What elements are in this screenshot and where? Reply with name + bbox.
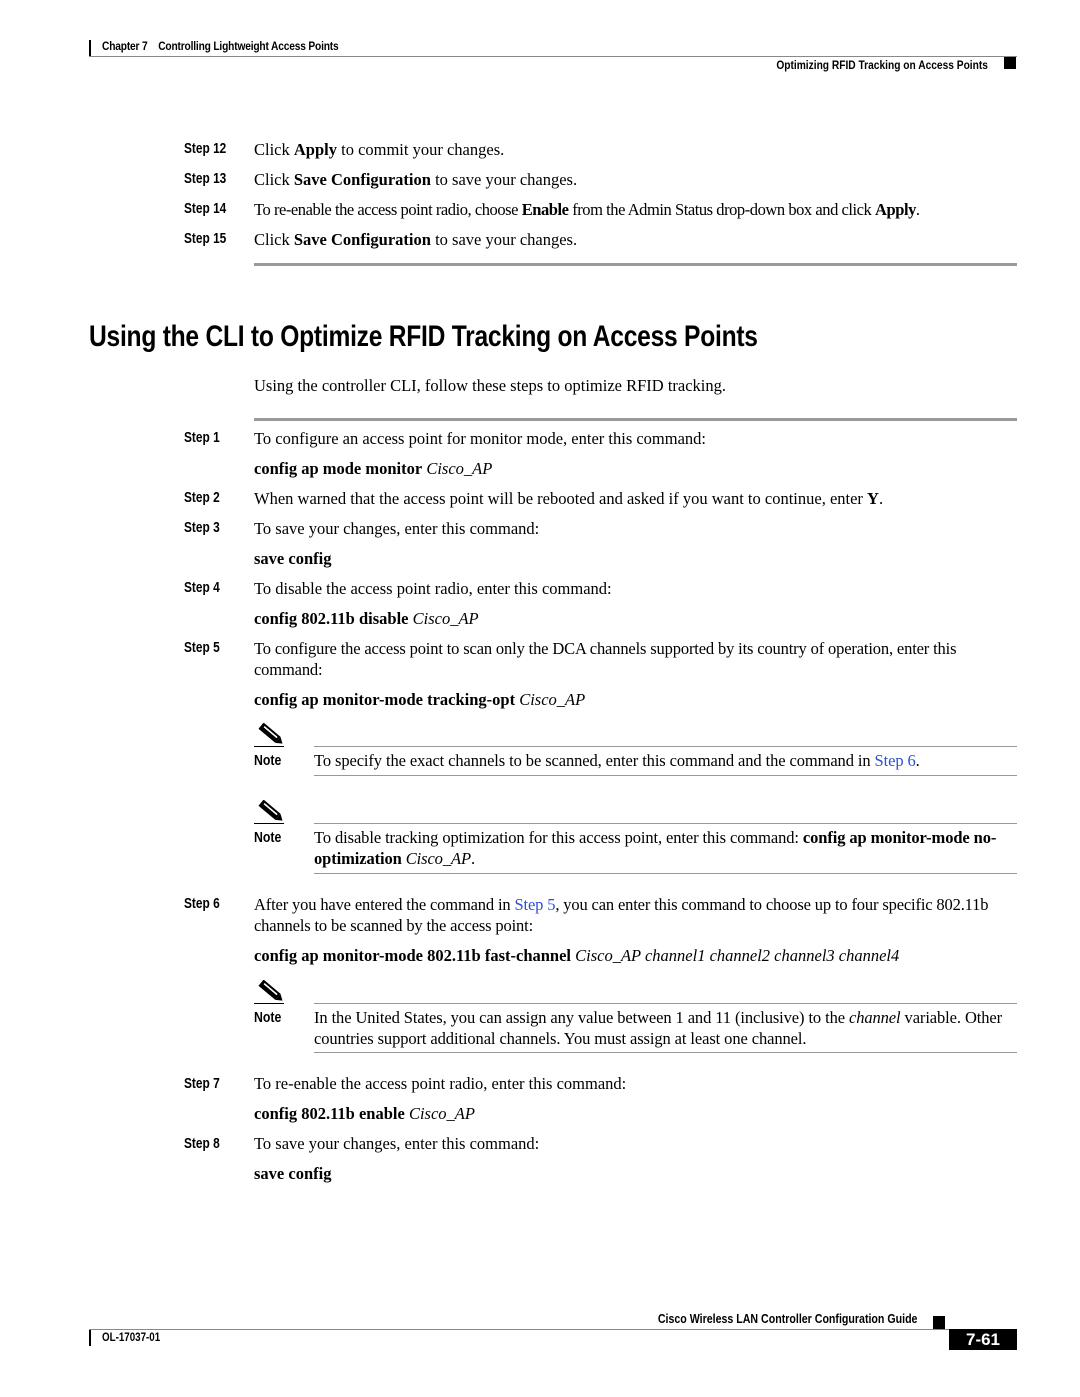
note-text: To specify the exact channels to be scan… [314,751,920,770]
header-marker [1004,57,1016,69]
step-label: Step 2 [184,490,220,506]
footer-bar [89,1330,91,1346]
step-label: Step 14 [184,201,227,217]
step-text: To re-enable the access point radio, ent… [254,1074,627,1093]
note-rule [314,1003,1017,1004]
step-label: Step 5 [184,640,220,656]
step-label: Step 13 [184,171,227,187]
command: save config [254,1164,332,1183]
step-text: To re-enable the access point radio, cho… [254,200,920,219]
command: config ap monitor-mode tracking-opt Cisc… [254,690,586,709]
step-6-link[interactable]: Step 6 [875,751,916,770]
step-text: To save your changes, enter this command… [254,1134,540,1153]
step-5-link[interactable]: Step 5 [515,895,556,914]
section-rule [254,418,1017,421]
note-text: To disable tracking optimization for thi… [314,828,997,868]
note-text: In the United States, you can assign any… [314,1008,1003,1048]
step-text: To save your changes, enter this command… [254,519,540,538]
section-header: Optimizing RFID Tracking on Access Point… [776,58,988,72]
pencil-note-icon [258,800,283,821]
note-label: Note [254,829,282,846]
note-rule [314,1052,1017,1053]
step-text: Click Apply to commit your changes. [254,140,505,159]
step-label: Step 6 [184,896,220,912]
doc-number: OL-17037-01 [102,1332,161,1344]
step-label: Step 7 [184,1076,220,1092]
step-label: Step 1 [184,430,220,446]
command: config 802.11b enable Cisco_AP [254,1104,475,1123]
pencil-note-icon [258,723,283,744]
step-label: Step 3 [184,520,220,536]
section-heading: Using the CLI to Optimize RFID Tracking … [89,320,758,353]
step-text: To configure an access point for monitor… [254,429,707,448]
command: save config [254,549,332,568]
footer-rule [89,1329,1017,1330]
command: config ap mode monitor Cisco_AP [254,459,493,478]
note-rule [314,873,1017,874]
step-text: To disable the access point radio, enter… [254,579,612,598]
step-label: Step 8 [184,1136,220,1152]
step-text: After you have entered the command in St… [254,895,989,935]
command: config 802.11b disable Cisco_AP [254,609,479,628]
step-text: Click Save Configuration to save your ch… [254,170,578,189]
section-intro: Using the controller CLI, follow these s… [254,376,726,395]
chapter-header: Chapter 7 Controlling Lightweight Access… [102,39,339,53]
note-rule [314,823,1017,824]
note-label: Note [254,1009,282,1026]
guide-title: Cisco Wireless LAN Controller Configurat… [657,1312,917,1326]
step-text: When warned that the access point will b… [254,489,884,508]
header-bar [89,40,91,56]
note-rule [314,746,1017,747]
step-label: Step 15 [184,231,227,247]
pencil-note-icon [258,980,283,1001]
page-number: 7-61 [949,1329,1017,1350]
note-icon-underline [254,823,284,824]
note-label: Note [254,752,282,769]
note-rule [314,775,1017,776]
note-icon-underline [254,1003,284,1004]
step-label: Step 12 [184,141,227,157]
step-text: Click Save Configuration to save your ch… [254,230,578,249]
section-rule [254,263,1017,266]
note-icon-underline [254,746,284,747]
chapter-title: Controlling Lightweight Access Points [158,39,339,53]
step-text: To configure the access point to scan on… [254,639,957,679]
command: config ap monitor-mode 802.11b fast-chan… [254,946,900,965]
chapter-label: Chapter 7 [102,39,148,53]
header-rule [89,56,1017,57]
footer-marker [933,1316,945,1329]
step-label: Step 4 [184,580,220,596]
